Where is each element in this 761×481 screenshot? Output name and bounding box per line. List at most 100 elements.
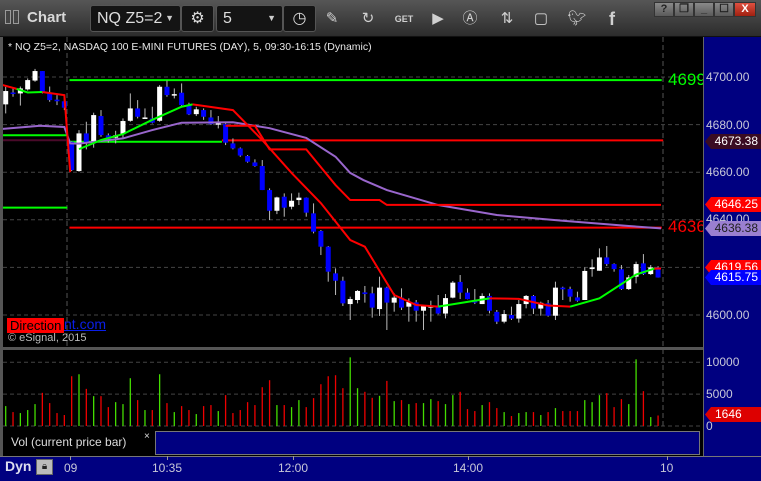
- candle-down: [135, 108, 141, 117]
- watermark-brand: Direction: [7, 318, 65, 333]
- get-icon[interactable]: GET: [393, 8, 415, 30]
- volume-chart[interactable]: [0, 349, 703, 429]
- y-tick-label: 4700.00: [706, 70, 750, 84]
- gear-icon: ⚙: [190, 10, 205, 27]
- candle-up: [589, 267, 595, 270]
- time-axis[interactable]: [0, 456, 761, 481]
- x-tick-label: 10:35: [152, 461, 183, 475]
- purple-ma-line: [2, 121, 662, 230]
- candle-down: [611, 264, 617, 270]
- candle-down: [201, 110, 207, 117]
- chart-refresh-icon[interactable]: ↻: [357, 8, 379, 30]
- interval-select[interactable]: 5 ▼: [216, 5, 283, 32]
- help-button[interactable]: ?: [654, 2, 674, 17]
- symbol-value: NQ Z5=2: [97, 10, 163, 27]
- fast-ma-line: [489, 297, 571, 308]
- window-title: Chart: [27, 9, 67, 26]
- candle-up: [91, 115, 97, 143]
- level-label-green: 4699: [668, 70, 703, 89]
- candle-down: [252, 162, 258, 167]
- fast-ma-line: [2, 84, 17, 90]
- candle-down: [281, 196, 287, 208]
- candle-down: [560, 287, 566, 290]
- volume-tick-label: 10000: [706, 355, 740, 369]
- play-icon[interactable]: ▶: [427, 8, 449, 30]
- candle-down: [362, 292, 368, 295]
- candle-up: [516, 304, 522, 319]
- candle-down: [384, 287, 390, 303]
- price-tag-last: 4615.75: [705, 270, 761, 285]
- left-border: [0, 37, 3, 481]
- candle-down: [508, 315, 514, 319]
- candle-up: [274, 197, 280, 211]
- price-tag-purple-ma: 4636.38: [705, 221, 761, 236]
- candle-up: [391, 297, 397, 303]
- restore-button[interactable]: ❐: [674, 2, 694, 17]
- candle-down: [567, 289, 573, 297]
- candle-down: [574, 297, 580, 301]
- comment-icon[interactable]: ▢: [530, 8, 552, 30]
- get-label: GET: [394, 14, 414, 24]
- candle-down: [39, 71, 45, 92]
- x-tick: [293, 456, 294, 460]
- grip-icon[interactable]: [5, 10, 11, 24]
- chevron-down-icon: ▼: [267, 13, 276, 23]
- twitter-icon[interactable]: 🐦︎: [566, 8, 588, 30]
- close-button[interactable]: X: [734, 2, 756, 17]
- grip-icon[interactable]: [13, 10, 19, 24]
- title-bar: Chart NQ Z5=2 ▼ ⚙ 5 ▼ ◷ ✎ ↻ GET ▶ Ⓐ ⇅ ▢ 🐦︎…: [0, 0, 761, 37]
- candle-up: [127, 108, 133, 121]
- facebook-icon[interactable]: f: [601, 8, 623, 30]
- lock-icon[interactable]: 🔒︎: [36, 459, 53, 475]
- level-label-red: 4636: [668, 217, 703, 236]
- maximize-button[interactable]: ☐: [714, 2, 734, 17]
- price-chart[interactable]: [0, 37, 703, 347]
- swap-icon[interactable]: ⇅: [496, 8, 518, 30]
- x-tick-label: 12:00: [278, 461, 309, 475]
- volume-study-label: Vol (current price bar): [3, 430, 155, 455]
- candle-down: [333, 273, 339, 281]
- candle-down: [54, 99, 60, 102]
- candle-up: [289, 200, 295, 207]
- x-tick: [468, 456, 469, 460]
- candle-down: [369, 293, 375, 308]
- pencil-icon[interactable]: ✎: [321, 8, 343, 30]
- candle-down: [604, 257, 610, 265]
- time-button[interactable]: ◷: [283, 5, 316, 32]
- candle-down: [318, 230, 324, 247]
- volume-tick-label: 5000: [706, 387, 733, 401]
- x-tick-label: 10: [660, 461, 674, 475]
- x-tick: [167, 456, 168, 460]
- candle-down: [223, 124, 229, 143]
- candle-up: [596, 257, 602, 271]
- candle-down: [237, 148, 243, 156]
- candle-down: [325, 246, 331, 272]
- candle-down: [186, 105, 192, 115]
- symbol-select[interactable]: NQ Z5=2 ▼: [90, 5, 181, 32]
- chevron-down-icon: ▼: [165, 13, 174, 23]
- candle-up: [32, 71, 38, 81]
- candle-up: [215, 123, 221, 125]
- dynamic-mode-label[interactable]: Dyn: [5, 458, 31, 474]
- settings-button[interactable]: ⚙: [181, 5, 214, 32]
- clock-icon: ◷: [292, 10, 307, 27]
- alert-icon[interactable]: Ⓐ: [459, 8, 481, 30]
- watermark-link[interactable]: nt.com: [64, 316, 106, 332]
- candle-down: [245, 156, 251, 162]
- candle-up: [25, 80, 31, 90]
- candle-up: [582, 270, 588, 301]
- candle-up: [193, 109, 199, 115]
- minimize-button[interactable]: _: [694, 2, 714, 17]
- candle-up: [450, 282, 456, 298]
- close-study-icon[interactable]: ×: [144, 431, 150, 442]
- candle-down: [494, 311, 500, 322]
- candle-down: [340, 280, 346, 304]
- y-tick-label: 4660.00: [706, 165, 750, 179]
- x-tick: [667, 456, 668, 460]
- candle-down: [10, 92, 16, 94]
- volume-last-tag: 1646: [705, 407, 761, 422]
- candle-up: [171, 94, 177, 96]
- candle-down: [98, 116, 104, 136]
- candle-up: [501, 314, 507, 322]
- candle-down: [303, 197, 309, 213]
